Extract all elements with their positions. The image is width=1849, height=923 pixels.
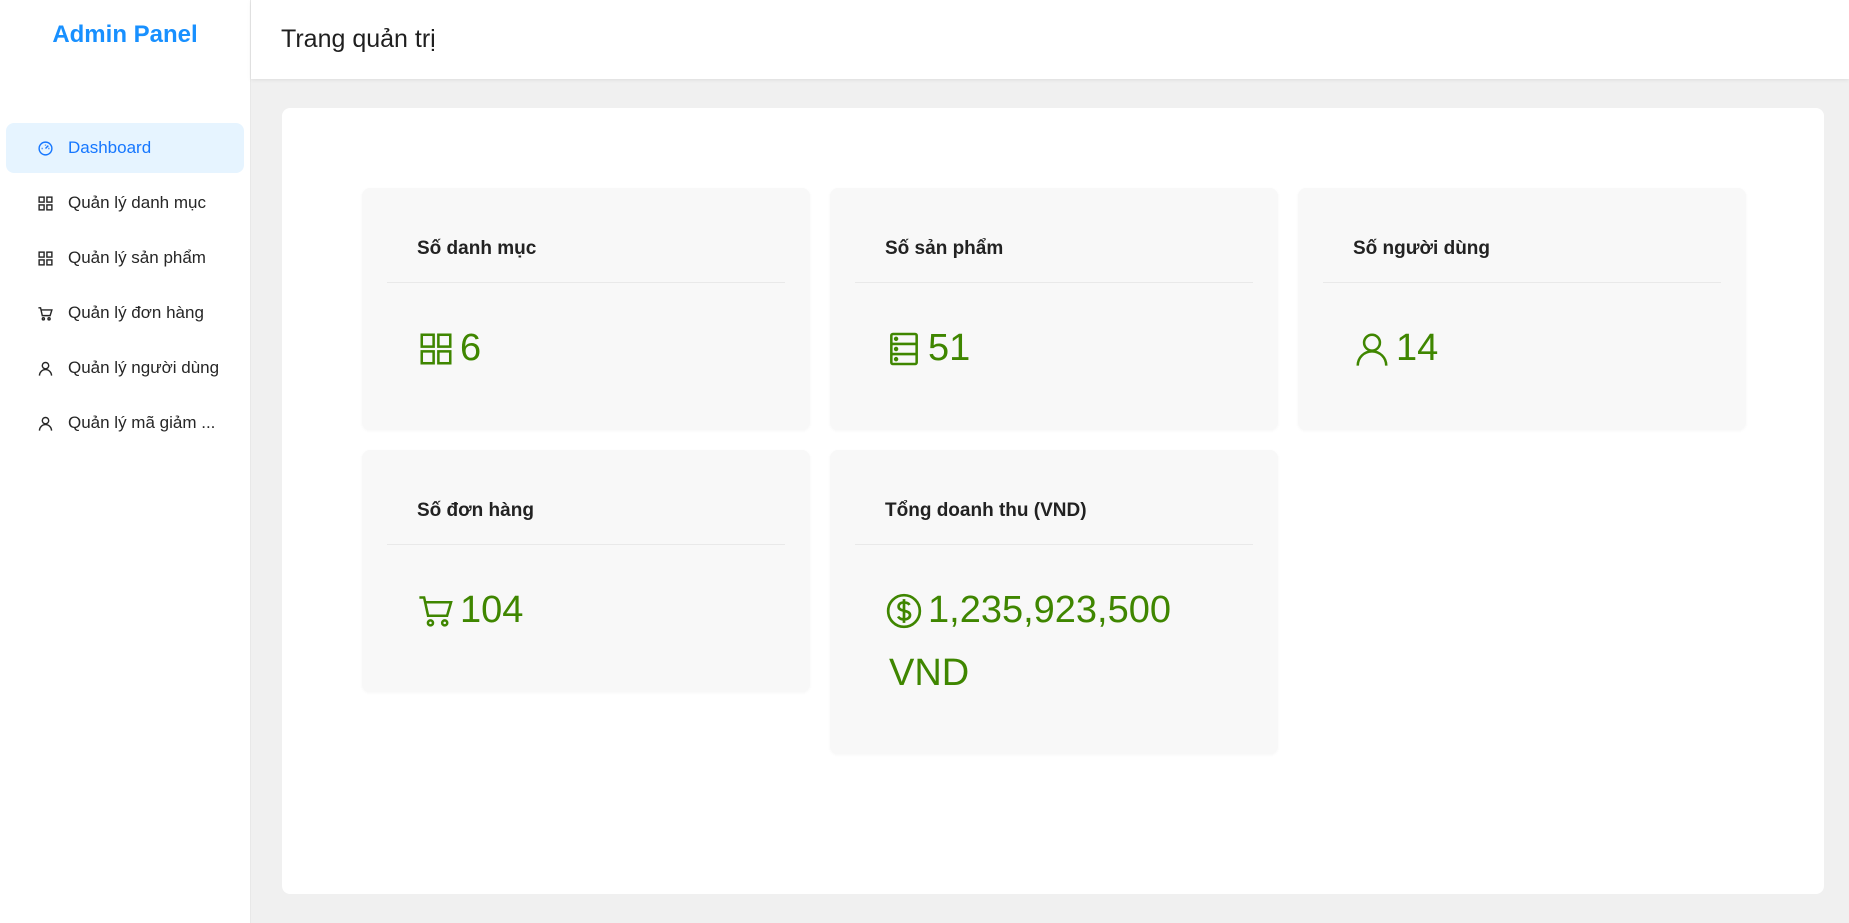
grid-icon (417, 330, 455, 368)
sidebar-item-products[interactable]: Quản lý sản phẩm (6, 233, 244, 283)
stat-card-products: Số sản phẩm 51 (830, 188, 1278, 430)
stat-value: 104 (460, 589, 524, 631)
sidebar-item-label: Quản lý mã giảm ... (68, 413, 216, 432)
app-root: Admin Panel Dashboard Quản lý danh mục Q… (0, 0, 1849, 923)
dashboard-content: Số danh mục 6 Số sản phẩm 51 Số người dù… (282, 108, 1824, 894)
user-icon (36, 414, 54, 432)
sidebar-item-categories[interactable]: Quản lý danh mục (6, 178, 244, 228)
sidebar-item-label: Dashboard (68, 138, 152, 157)
stat-value-suffix: VND (889, 652, 970, 694)
stat-card-users: Số người dùng 14 (1298, 188, 1746, 430)
database-icon (885, 330, 923, 368)
page-header: Trang quản trị (251, 0, 1849, 79)
stat-card-body: 6 (362, 283, 810, 380)
stat-card-body: 51 (830, 283, 1278, 380)
page-title: Trang quản trị (281, 25, 436, 53)
stat-card-body: 104 (362, 545, 810, 642)
stat-card-body: 1,235,923,500 VND (830, 545, 1278, 705)
cart-icon (36, 304, 54, 322)
stat-card-categories: Số danh mục 6 (362, 188, 810, 430)
stat-card-title: Số danh mục (387, 188, 785, 283)
main-area: Trang quản trị Số danh mục 6 Số sản phẩm… (251, 0, 1849, 923)
content-wrapper: Số danh mục 6 Số sản phẩm 51 Số người dù… (251, 79, 1849, 894)
sidebar-item-dashboard[interactable]: Dashboard (6, 123, 244, 173)
sidebar-item-orders[interactable]: Quản lý đơn hàng (6, 288, 244, 338)
stat-card-revenue: Tổng doanh thu (VND) 1,235,923,500 VND (830, 450, 1278, 754)
stat-value: 14 (1396, 327, 1439, 369)
stat-card-title: Số người dùng (1323, 188, 1721, 283)
sidebar-menu: Dashboard Quản lý danh mục Quản lý sản p… (0, 123, 250, 448)
cart-icon (417, 592, 455, 630)
sidebar-item-label: Quản lý sản phẩm (68, 248, 206, 267)
sidebar: Admin Panel Dashboard Quản lý danh mục Q… (0, 0, 251, 923)
user-icon (36, 359, 54, 377)
stat-card-title: Tổng doanh thu (VND) (855, 450, 1253, 545)
brand-title: Admin Panel (52, 21, 198, 48)
stat-card-body: 14 (1298, 283, 1746, 380)
sidebar-item-users[interactable]: Quản lý người dùng (6, 343, 244, 393)
sidebar-item-coupons[interactable]: Quản lý mã giảm ... (6, 398, 244, 448)
user-icon (1353, 330, 1391, 368)
dashboard-icon (36, 139, 54, 157)
stat-card-title: Số đơn hàng (387, 450, 785, 545)
sidebar-item-label: Quản lý danh mục (68, 193, 206, 212)
stat-value: 6 (460, 327, 482, 369)
grid-icon (36, 249, 54, 267)
sidebar-item-label: Quản lý người dùng (68, 358, 220, 377)
dollar-icon (885, 592, 923, 630)
sidebar-item-label: Quản lý đơn hàng (68, 303, 204, 322)
stat-card-orders: Số đơn hàng 104 (362, 450, 810, 692)
stat-card-title: Số sản phẩm (855, 188, 1253, 283)
stat-value: 51 (928, 327, 971, 369)
stat-value: 1,235,923,500 (928, 589, 1172, 631)
grid-icon (36, 194, 54, 212)
